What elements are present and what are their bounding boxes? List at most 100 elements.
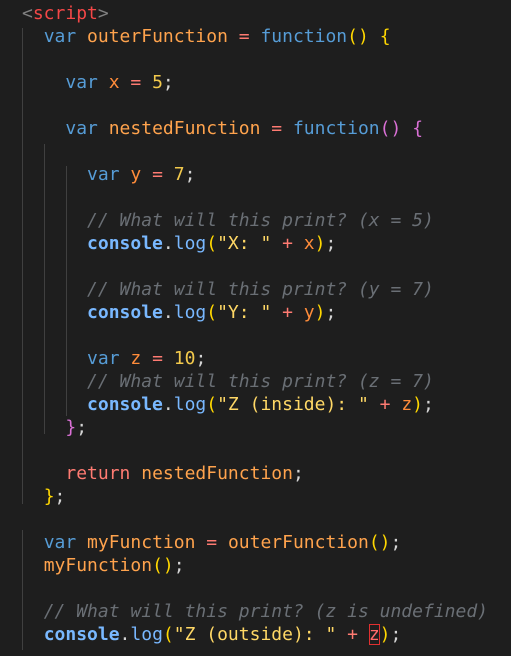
code-line[interactable]: var myFunction = outerFunction(); — [22, 531, 402, 554]
code-token: . — [162, 233, 174, 254]
error-token: z — [368, 624, 380, 645]
code-line[interactable]: // What will this print? (z is undefined… — [22, 600, 488, 623]
code-token: . — [162, 394, 174, 415]
code-token: log — [173, 302, 207, 323]
code-token: ; — [423, 394, 434, 415]
code-line[interactable]: var y = 7; — [22, 163, 195, 186]
code-token: ; — [390, 624, 402, 645]
code-line[interactable]: console.log("X: " + x); — [22, 232, 336, 255]
code-token: ; — [292, 463, 304, 484]
code-token: = — [141, 348, 174, 369]
code-token: z — [130, 348, 142, 369]
code-token: nestedFunction — [108, 118, 261, 139]
code-token: // What will this print? (y = 7) — [87, 279, 434, 300]
code-line[interactable]: console.log("Z (outside): " + z); — [22, 623, 401, 646]
code-token: y — [130, 164, 142, 185]
code-token: ; — [195, 348, 207, 369]
code-line[interactable]: return nestedFunction; — [22, 462, 304, 485]
code-token: nestedFunction — [141, 463, 293, 484]
code-token: { — [379, 26, 391, 47]
code-token: } — [65, 417, 77, 438]
code-token: . — [162, 302, 174, 323]
code-token: . — [119, 624, 131, 645]
code-token: } — [43, 486, 55, 507]
code-token: "Z (outside): " — [173, 624, 337, 645]
code-token: () — [379, 118, 402, 139]
code-token: return — [65, 463, 131, 484]
code-token: var — [87, 348, 120, 369]
code-token: console — [43, 624, 120, 645]
code-token: function — [260, 26, 348, 47]
code-token: var — [87, 164, 120, 185]
code-token: ; — [76, 417, 88, 438]
code-token: { — [412, 118, 424, 139]
code-line[interactable]: }; — [22, 485, 66, 508]
code-token: > — [97, 3, 109, 24]
code-token: 5 — [152, 72, 163, 93]
code-line[interactable]: <script> — [22, 2, 109, 25]
code-token: y — [303, 302, 315, 323]
code-token: ) — [412, 394, 424, 415]
code-line[interactable]: console.log("Z (inside): " + z); — [22, 393, 434, 416]
code-token: ) — [314, 233, 326, 254]
code-token: ; — [390, 532, 402, 553]
code-token: ) — [314, 302, 326, 323]
code-token: + — [368, 394, 402, 415]
code-token: = — [195, 532, 228, 553]
code-token: "Z (inside): " — [217, 394, 369, 415]
code-line[interactable]: myFunction(); — [22, 554, 185, 577]
code-token: var — [43, 532, 77, 553]
code-token: ; — [325, 302, 337, 323]
code-token: = — [141, 164, 174, 185]
code-token: () — [347, 26, 369, 47]
code-line[interactable]: var x = 5; — [22, 71, 173, 94]
code-token: z — [401, 394, 413, 415]
code-line[interactable]: var outerFunction = function() { — [22, 25, 391, 48]
code-token: + — [271, 302, 304, 323]
code-token: = — [260, 118, 293, 139]
code-line[interactable]: // What will this print? (y = 7) — [22, 278, 434, 301]
code-line[interactable]: var nestedFunction = function() { — [22, 117, 423, 140]
code-token: // What will this print? (z = 7) — [87, 371, 434, 392]
code-token: ; — [173, 555, 185, 576]
code-token: < — [22, 3, 33, 24]
code-token: console — [87, 394, 163, 415]
code-token: x — [303, 233, 315, 254]
code-line[interactable]: // What will this print? (x = 5) — [22, 209, 434, 232]
code-line[interactable]: // What will this print? (z = 7) — [22, 370, 434, 393]
code-token: myFunction — [43, 555, 153, 576]
code-line[interactable]: console.log("Y: " + y); — [22, 301, 336, 324]
code-token: ; — [54, 486, 66, 507]
code-token: outerFunction — [87, 26, 228, 47]
code-line[interactable]: }; — [22, 416, 87, 439]
code-editor[interactable]: <script> var outerFunction = function() … — [0, 0, 511, 656]
code-token: // What will this print? (z is undefined… — [43, 601, 489, 622]
code-token: console — [87, 302, 163, 323]
code-line[interactable]: var z = 10; — [22, 347, 206, 370]
code-token: 10 — [173, 348, 196, 369]
code-token: () — [152, 555, 174, 576]
